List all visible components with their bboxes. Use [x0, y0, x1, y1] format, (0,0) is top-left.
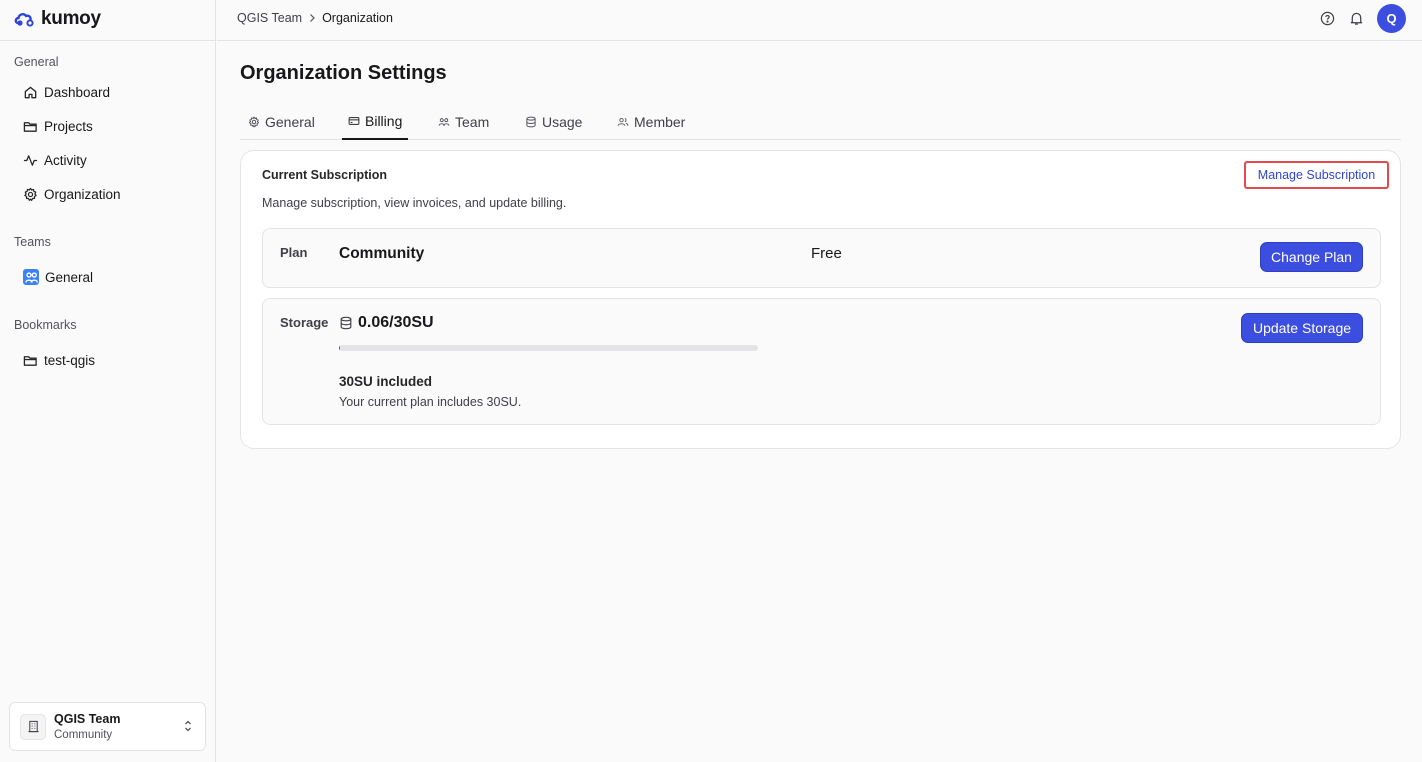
settings-tabs: General Billing Team Usage Member [240, 104, 1401, 140]
kumoy-logo[interactable]: kumoy [14, 8, 101, 29]
tab-general[interactable]: General [248, 104, 315, 139]
plan-row: Plan Community Free Change Plan [262, 228, 1381, 288]
general-heading: General [14, 55, 59, 69]
sidebar-item-dashboard[interactable]: Dashboard [23, 79, 110, 105]
database-icon [340, 316, 352, 330]
building-icon [20, 713, 46, 740]
gear-icon [24, 187, 37, 201]
avatar[interactable]: Q [1377, 4, 1406, 33]
team-switcher[interactable]: QGIS Team Community [9, 702, 206, 751]
sidebar-divider [0, 40, 216, 41]
team-icon [23, 269, 39, 285]
help-icon[interactable] [1319, 10, 1336, 27]
chevron-up-down-icon [185, 720, 191, 732]
team-switcher-plan: Community [54, 728, 113, 741]
storage-value-text: 0.06/30SU [358, 314, 434, 331]
folder-icon [23, 121, 37, 132]
brand-name: kumoy [41, 8, 101, 29]
chevron-right-icon [310, 14, 315, 22]
team-icon [438, 117, 450, 126]
sidebar: kumoy General Dashboard Projects Activit… [0, 0, 216, 762]
database-icon [526, 116, 536, 127]
storage-label: Storage [280, 315, 329, 330]
storage-included-title: 30SU included [339, 374, 433, 389]
breadcrumb-current: Organization [322, 11, 393, 25]
page-title: Organization Settings [240, 62, 447, 84]
tab-label: Usage [542, 113, 583, 130]
storage-row: Storage 0.06/30SU 30SU included Your cur… [262, 298, 1381, 425]
tab-label: Billing [365, 113, 403, 129]
sidebar-item-label: Dashboard [44, 84, 111, 100]
breadcrumb-team[interactable]: QGIS Team [237, 11, 302, 25]
manage-subscription-link[interactable]: Manage Subscription [1244, 161, 1389, 189]
sidebar-item-label: General [45, 269, 94, 285]
tab-billing[interactable]: Billing [342, 104, 409, 140]
sidebar-item-label: test-qgis [44, 352, 96, 368]
gear-icon [248, 115, 260, 127]
plan-price: Free [811, 245, 842, 262]
tab-label: Member [634, 113, 686, 130]
sidebar-item-label: Activity [44, 152, 87, 168]
storage-included-description: Your current plan includes 30SU. [339, 395, 522, 409]
sidebar-item-label: Projects [44, 118, 93, 134]
sidebar-item-activity[interactable]: Activity [23, 147, 87, 173]
tab-member[interactable]: Member [617, 104, 685, 139]
teams-heading: Teams [14, 235, 51, 249]
bookmarks-heading: Bookmarks [14, 318, 77, 332]
topbar: QGIS Team Organization Q [217, 0, 1422, 41]
storage-value: 0.06/30SU [339, 314, 434, 332]
sidebar-item-organization[interactable]: Organization [23, 181, 121, 207]
subscription-card: Current Subscription Manage subscription… [240, 150, 1401, 449]
tab-label: Team [455, 113, 490, 130]
subscription-title: Current Subscription [262, 168, 388, 182]
tab-label: General [265, 113, 315, 130]
storage-progress-bar [339, 345, 758, 351]
breadcrumb: QGIS Team Organization [237, 11, 393, 25]
bell-icon[interactable] [1348, 10, 1365, 27]
cloud-logo-icon [14, 13, 34, 27]
tab-team[interactable]: Team [438, 104, 489, 139]
header-actions: Q [1319, 4, 1406, 33]
tab-usage[interactable]: Usage [525, 104, 582, 139]
sidebar-item-bookmark-test-qgis[interactable]: test-qgis [23, 347, 95, 373]
users-icon [617, 117, 629, 126]
plan-label: Plan [280, 245, 308, 260]
folder-icon [23, 355, 37, 366]
sidebar-item-label: Organization [44, 186, 121, 202]
team-switcher-name: QGIS Team [54, 711, 121, 726]
plan-name: Community [339, 245, 425, 262]
sidebar-item-team-general[interactable]: General [23, 264, 93, 290]
sidebar-item-projects[interactable]: Projects [23, 113, 93, 139]
subscription-description: Manage subscription, view invoices, and … [262, 196, 567, 210]
update-storage-button[interactable]: Update Storage [1241, 313, 1363, 343]
credit-card-icon [348, 117, 360, 125]
activity-icon [23, 154, 38, 166]
storage-progress-fill [339, 345, 340, 351]
change-plan-button[interactable]: Change Plan [1260, 242, 1363, 272]
home-icon [24, 86, 37, 98]
